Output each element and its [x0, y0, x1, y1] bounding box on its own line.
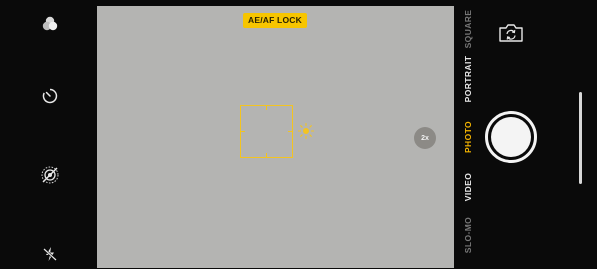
- shutter-button[interactable]: [485, 111, 537, 163]
- focus-square[interactable]: [240, 105, 293, 158]
- flash-off-icon: [43, 247, 57, 261]
- exposure-sun-icon[interactable]: [297, 122, 315, 140]
- timer-button[interactable]: [36, 82, 64, 110]
- flash-button[interactable]: [36, 240, 64, 268]
- focus-tick-bottom: [266, 153, 267, 157]
- mode-slo-mo[interactable]: SLO-MO: [463, 217, 473, 253]
- flip-camera-button[interactable]: [497, 22, 525, 44]
- home-indicator[interactable]: [579, 92, 582, 184]
- shutter-inner: [491, 117, 531, 157]
- flip-camera-icon: [499, 24, 523, 42]
- focus-tick-top: [266, 106, 267, 110]
- zoom-button[interactable]: 2x: [414, 127, 436, 149]
- mode-portrait[interactable]: PORTRAIT: [463, 56, 473, 103]
- timer-icon: [42, 88, 58, 104]
- mode-photo[interactable]: PHOTO: [463, 121, 473, 153]
- mode-square[interactable]: SQUARE: [463, 10, 473, 49]
- filters-button[interactable]: [36, 10, 64, 38]
- mode-video[interactable]: VIDEO: [463, 173, 473, 201]
- live-photo-button[interactable]: [36, 161, 64, 189]
- live-photo-off-icon: [41, 166, 59, 184]
- focus-tick-left: [241, 131, 245, 132]
- focus-tick-right: [288, 131, 292, 132]
- left-control-bar: [0, 0, 97, 269]
- camera-screen: AE/AF LOCK 2x SQUARE PORTRAIT PHOTO VIDE…: [0, 0, 597, 269]
- filters-icon: [42, 16, 58, 31]
- ae-af-lock-badge: AE/AF LOCK: [243, 13, 307, 28]
